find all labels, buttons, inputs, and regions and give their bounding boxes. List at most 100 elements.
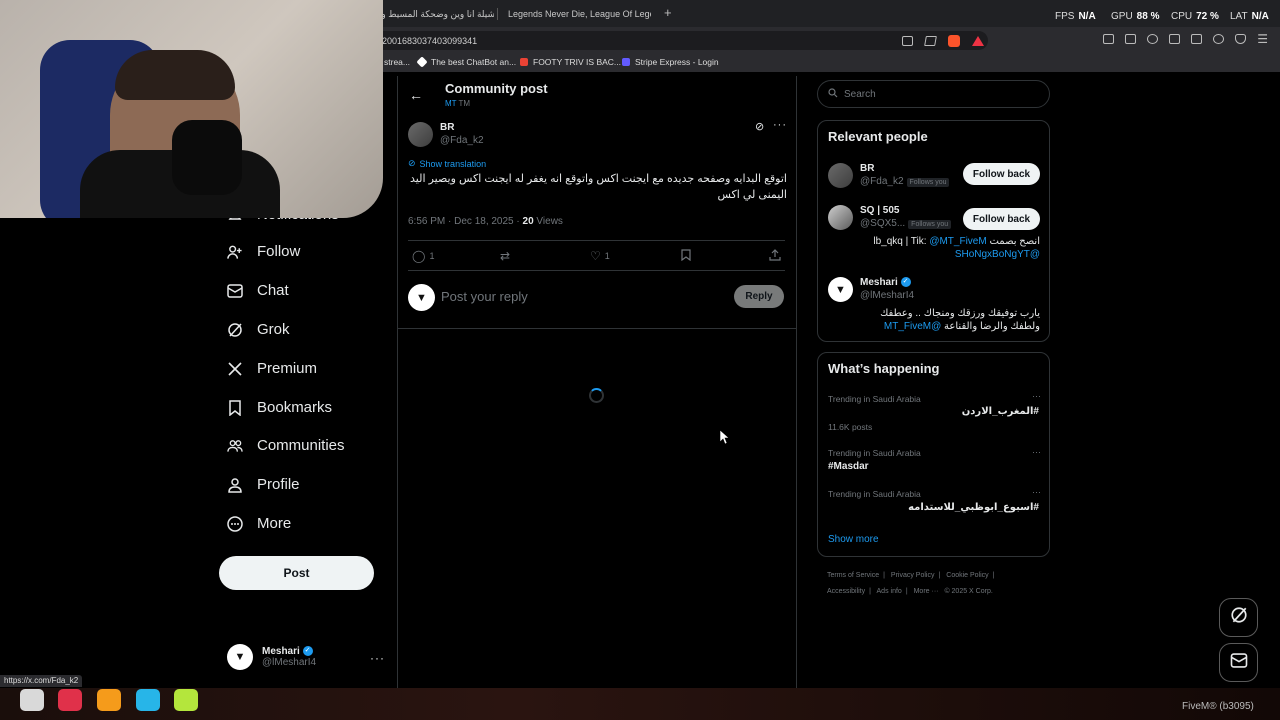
author-avatar[interactable] [408,122,433,147]
nav-label: Communities [257,437,345,454]
heart-icon: ♡ [590,249,601,263]
author-name[interactable]: BR [440,122,454,133]
hud-lat: LAT N/A [1230,11,1269,22]
account-more-icon[interactable]: ··· [370,651,385,665]
messages-fab-button[interactable] [1219,643,1258,682]
footer-link[interactable]: More ··· [914,588,939,595]
nav-chat[interactable]: Chat [227,282,289,299]
screen-icon[interactable] [902,36,913,46]
footer-link[interactable]: Accessibility [827,588,865,595]
taskbar-app-icon[interactable] [58,689,82,711]
reply-button[interactable]: Reply [734,285,784,308]
post-button[interactable]: Post [219,556,374,590]
avatar[interactable]: ▼ [828,277,853,302]
bookmark[interactable]: FOOTY TRIV IS BAC... [520,57,621,67]
footer-link[interactable]: Ads info [877,588,902,595]
search-input[interactable]: Search [817,80,1050,108]
footer-link[interactable]: Terms of Service [827,572,879,579]
account-switcher[interactable]: ▼ Meshari ✓ @lMesharI4 [227,644,316,670]
music-icon[interactable] [1147,34,1159,44]
trend-context: Trending in Saudi Arabia [828,448,921,458]
nav-profile[interactable]: Profile [227,476,300,493]
stripe-icon [622,58,630,66]
bookmark-action[interactable] [681,249,691,263]
trend-context: Trending in Saudi Arabia [828,394,921,404]
status-bar-url: https://x.com/Fda_k2 [0,675,83,687]
browser-tab[interactable]: Legends Never Die, League Of Legends [503,4,651,24]
browser-tab[interactable]: شيلة انا وين وضحكة المسيط وين [372,4,494,24]
person-handle: @Fda_k2 Follows you [860,176,950,187]
trend-more-icon[interactable]: ··· [1032,447,1041,457]
account-name: Meshari [262,646,300,657]
vpn-shield-icon[interactable] [1235,34,1247,44]
trend-more-icon[interactable]: ··· [1032,391,1041,401]
wallet-icon[interactable] [1125,34,1137,44]
nav-bookmarks[interactable]: Bookmarks [227,399,332,416]
follow-back-button[interactable]: Follow back [963,163,1040,185]
trend-tag[interactable]: #Masdar [828,461,869,472]
leo-ai-icon[interactable] [1213,34,1225,44]
author-handle[interactable]: @Fda_k2 [440,135,484,146]
taskbar-app-icon[interactable] [174,689,198,711]
trend-tag[interactable]: #المغرب_الاردن [962,406,1039,417]
person-icon [227,477,243,493]
divider [408,270,785,271]
avatar[interactable] [828,205,853,230]
back-arrow-icon[interactable]: ← [409,87,423,103]
grok-explain-icon[interactable]: ⊘ [755,120,764,133]
webcam-hair [115,50,235,100]
person-card[interactable]: BR @Fda_k2 Follows you Follow back [828,163,1040,193]
person-name: SQ | 505 [860,205,900,216]
translate-icon: ⊘ [408,158,416,168]
like-action[interactable]: ♡ 1 [590,249,610,263]
nav-communities[interactable]: Communities [227,437,345,454]
nav-more[interactable]: More [227,515,291,532]
verified-badge-icon: ✓ [302,646,313,657]
new-tab-button[interactable]: + [664,5,672,20]
share-icon[interactable] [924,36,937,46]
browser-toolbar-icons: ☰ [1103,33,1268,45]
bookmark-icon [227,399,243,416]
taskbar-app-icon[interactable] [97,689,121,711]
loading-spinner-icon [589,388,604,403]
post-more-icon[interactable]: ··· [773,119,787,131]
grok-icon [227,322,243,338]
sidebar-icon[interactable] [1169,34,1181,44]
bookmark[interactable]: The best ChatBot an... [416,56,516,68]
footer-link[interactable]: Privacy Policy [891,572,935,579]
nav-follow[interactable]: Follow [227,243,300,260]
share-action[interactable] [769,249,781,263]
rewards-icon[interactable] [972,36,984,46]
reply-action[interactable]: ◯ 1 [412,249,434,263]
grok-fab-button[interactable] [1219,598,1258,637]
nav-label: Premium [257,360,318,377]
trend-post-count: 11.6K posts [828,422,873,432]
hud-cpu: CPU 72 % [1171,11,1219,22]
extensions-icon[interactable] [1103,34,1115,44]
nav-premium[interactable]: Premium [227,360,317,377]
show-more-link[interactable]: Show more [828,534,879,545]
taskbar-app-icon[interactable] [136,689,160,711]
person-card[interactable]: SQ | 505 @SQX5... Follows you Follow back… [828,205,1040,265]
brave-shield-icon[interactable] [948,35,960,47]
follow-back-button[interactable]: Follow back [963,208,1040,230]
footer-link[interactable]: Cookie Policy [946,572,988,579]
menu-icon[interactable]: ☰ [1257,33,1268,45]
bookmark[interactable]: strea... [384,57,410,67]
footer-links: Terms of Service | Privacy Policy | Cookie… [827,572,995,595]
url-field[interactable]: 2001683037403099341 [370,31,988,50]
person-card[interactable]: ▼ Meshari ✓ @lMesharI4 يارب توفيقك ورزقك… [828,277,1040,337]
avatar[interactable] [828,163,853,188]
reply-input[interactable]: Post your reply [441,289,528,304]
trend-tag[interactable]: #اسبوع_ابوظبي_للاستدامه [908,502,1039,513]
taskbar-app-icon[interactable] [20,689,44,711]
nav-label: Follow [257,243,301,260]
repost-action[interactable]: ⇄ [500,249,510,263]
wallet-card-icon[interactable] [1191,34,1203,44]
show-translation-link[interactable]: ⊘ Show translation [408,158,486,169]
reply-icon: ◯ [412,249,426,263]
community-name[interactable]: MT TM [445,99,470,108]
bookmark[interactable]: Stripe Express - Login [622,57,719,67]
trend-more-icon[interactable]: ··· [1032,487,1041,497]
nav-grok[interactable]: Grok [227,321,290,338]
